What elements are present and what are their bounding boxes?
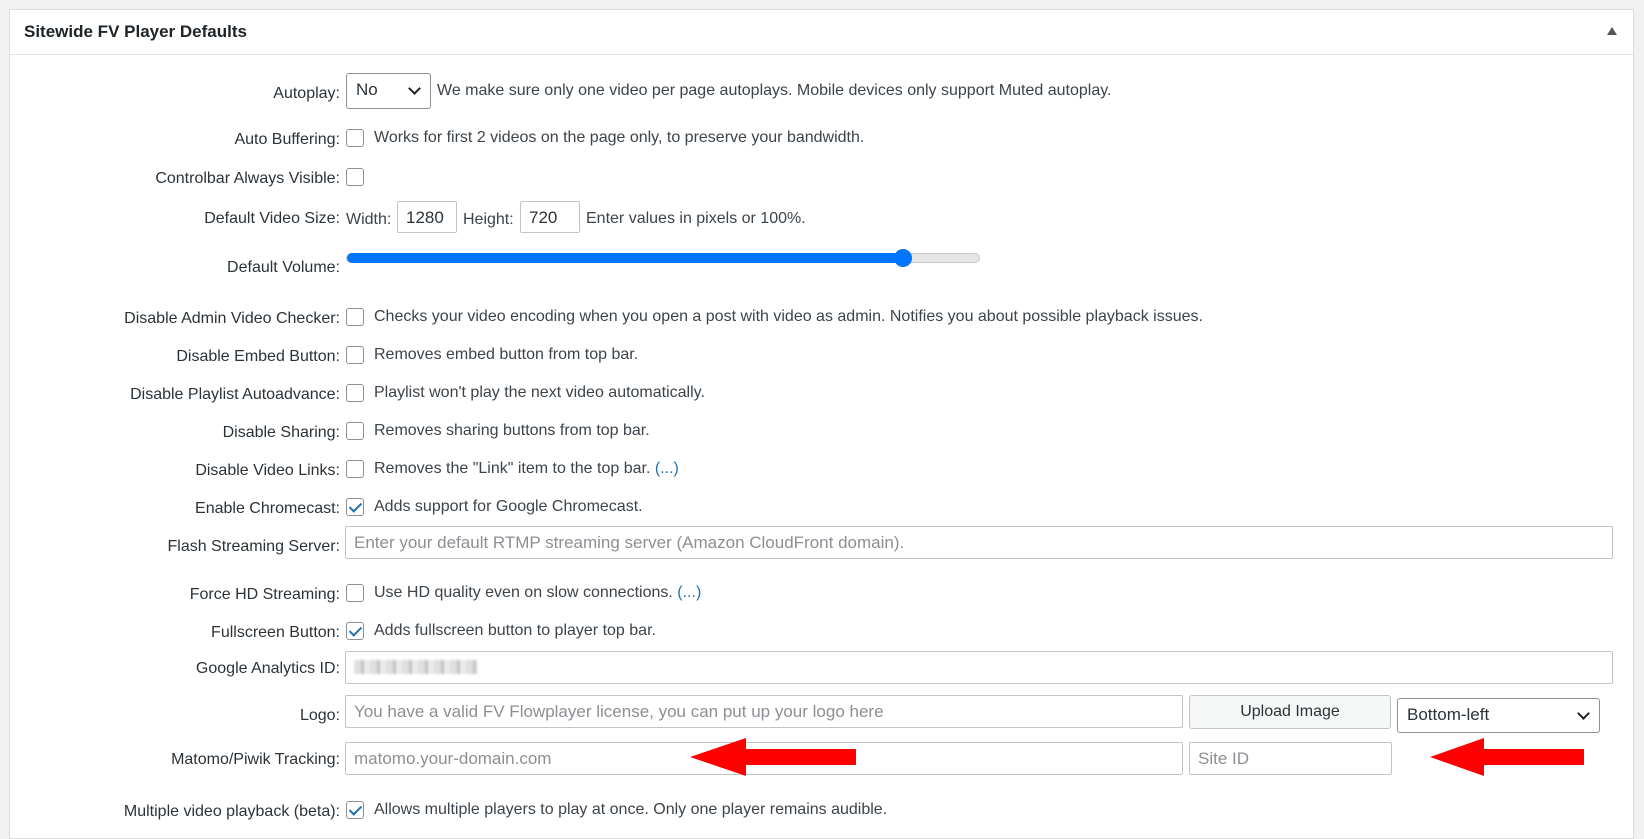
force-hd-label: Force HD Streaming: (189, 586, 340, 603)
row-embed-button: Disable Embed Button: Removes embed butt… (0, 340, 1644, 374)
matomo-domain-placeholder: matomo.your-domain.com (354, 749, 552, 768)
chevron-down-icon (408, 82, 421, 95)
logo-placeholder: You have a valid FV Flowplayer license, … (354, 702, 884, 721)
fullscreen-checkbox[interactable] (346, 622, 364, 640)
sharing-label: Disable Sharing: (222, 424, 340, 441)
admin-checker-checkbox[interactable] (346, 308, 364, 326)
logo-label: Logo: (299, 707, 340, 724)
row-multiple-playback: Multiple video playback (beta): Allows m… (0, 795, 1644, 829)
chromecast-desc: Adds support for Google Chromecast. (374, 498, 643, 515)
width-value: 1280 (406, 208, 444, 227)
ga-id-input[interactable] (345, 651, 1613, 684)
force-hd-checkbox[interactable] (346, 584, 364, 602)
video-links-label: Disable Video Links: (195, 462, 340, 479)
row-controlbar: Controlbar Always Visible: (0, 162, 1644, 196)
autoplay-label: Autoplay: (273, 85, 340, 102)
width-label: Width: (346, 211, 392, 228)
row-flash-server: Flash Streaming Server: Enter your defau… (0, 526, 1644, 568)
video-links-desc: Removes the "Link" item to the top bar. (374, 460, 651, 477)
row-autoplay: Autoplay: No We make sure only one video… (0, 73, 1644, 109)
height-label: Height: (463, 211, 514, 228)
volume-label: Default Volume: (227, 259, 340, 276)
ga-id-label: Google Analytics ID: (195, 660, 340, 677)
force-hd-more-link[interactable]: (...) (677, 584, 701, 601)
playlist-autoadvance-label: Disable Playlist Autoadvance: (130, 386, 340, 403)
fullscreen-label: Fullscreen Button: (211, 624, 340, 641)
playlist-autoadvance-desc: Playlist won't play the next video autom… (374, 384, 705, 401)
height-input[interactable]: 720 (520, 201, 580, 233)
collapse-arrow-icon[interactable] (1607, 27, 1617, 35)
chevron-down-icon (1577, 707, 1590, 720)
auto-buffering-checkbox[interactable] (346, 129, 364, 147)
controlbar-label: Controlbar Always Visible: (155, 170, 340, 187)
flash-server-label: Flash Streaming Server: (167, 538, 340, 555)
autoplay-value: No (356, 80, 378, 99)
controlbar-checkbox[interactable] (346, 168, 364, 186)
embed-button-label: Disable Embed Button: (176, 348, 340, 365)
row-ga-id: Google Analytics ID: (0, 651, 1644, 694)
volume-slider[interactable] (346, 249, 980, 267)
sharing-checkbox[interactable] (346, 422, 364, 440)
row-sharing: Disable Sharing: Removes sharing buttons… (0, 416, 1644, 450)
row-playlist-autoadvance: Disable Playlist Autoadvance: Playlist w… (0, 378, 1644, 412)
logo-position-value: Bottom-left (1407, 705, 1490, 724)
volume-slider-fill (347, 253, 904, 263)
video-links-desc-wrap: Removes the "Link" item to the top bar. … (374, 460, 679, 478)
video-links-more-link[interactable]: (...) (655, 460, 679, 477)
matomo-site-id-placeholder: Site ID (1198, 749, 1250, 768)
multiple-playback-label: Multiple video playback (beta): (123, 803, 340, 820)
sharing-desc: Removes sharing buttons from top bar. (374, 422, 650, 439)
multiple-playback-desc: Allows multiple players to play at once.… (374, 801, 888, 818)
matomo-site-id-input[interactable]: Site ID (1189, 742, 1392, 775)
embed-button-checkbox[interactable] (346, 346, 364, 364)
row-video-size: Default Video Size: Width: 1280 Height: … (0, 201, 1644, 236)
ga-id-blurred-value (354, 660, 478, 674)
autoplay-desc: We make sure only one video per page aut… (437, 82, 1112, 99)
row-video-links: Disable Video Links: Removes the "Link" … (0, 454, 1644, 488)
fullscreen-desc: Adds fullscreen button to player top bar… (374, 622, 656, 639)
video-size-desc: Enter values in pixels or 100%. (586, 210, 806, 227)
playlist-autoadvance-checkbox[interactable] (346, 384, 364, 402)
row-logo: Logo: You have a valid FV Flowplayer lic… (0, 695, 1644, 737)
upload-image-button[interactable]: Upload Image (1189, 695, 1391, 729)
annotation-arrow-icon (690, 738, 856, 776)
chromecast-checkbox[interactable] (346, 498, 364, 516)
video-links-checkbox[interactable] (346, 460, 364, 478)
row-admin-checker: Disable Admin Video Checker: Checks your… (0, 302, 1644, 336)
admin-checker-desc: Checks your video encoding when you open… (374, 308, 1203, 325)
admin-checker-label: Disable Admin Video Checker: (124, 310, 340, 327)
row-fullscreen: Fullscreen Button: Adds fullscreen butto… (0, 616, 1644, 650)
autoplay-select[interactable]: No (346, 73, 431, 109)
force-hd-desc-wrap: Use HD quality even on slow connections.… (374, 584, 701, 602)
row-auto-buffering: Auto Buffering: Works for first 2 videos… (0, 123, 1644, 157)
row-force-hd: Force HD Streaming: Use HD quality even … (0, 578, 1644, 612)
logo-position-select[interactable]: Bottom-left (1397, 698, 1600, 733)
logo-input[interactable]: You have a valid FV Flowplayer license, … (345, 695, 1183, 728)
flash-server-input[interactable]: Enter your default RTMP streaming server… (345, 526, 1613, 559)
flash-server-placeholder: Enter your default RTMP streaming server… (354, 533, 905, 552)
video-size-label: Default Video Size: (204, 210, 340, 227)
panel-header[interactable]: Sitewide FV Player Defaults (10, 10, 1633, 55)
height-value: 720 (529, 208, 558, 227)
matomo-label: Matomo/Piwik Tracking: (171, 751, 340, 768)
width-input[interactable]: 1280 (397, 201, 457, 233)
embed-button-desc: Removes embed button from top bar. (374, 346, 639, 363)
chromecast-label: Enable Chromecast: (195, 500, 340, 517)
auto-buffering-desc: Works for first 2 videos on the page onl… (374, 129, 865, 146)
force-hd-desc: Use HD quality even on slow connections. (374, 584, 673, 601)
multiple-playback-checkbox[interactable] (346, 801, 364, 819)
annotation-arrow-icon (1430, 738, 1584, 776)
panel-title: Sitewide FV Player Defaults (24, 22, 247, 41)
row-chromecast: Enable Chromecast: Adds support for Goog… (0, 492, 1644, 526)
auto-buffering-label: Auto Buffering: (234, 131, 340, 148)
